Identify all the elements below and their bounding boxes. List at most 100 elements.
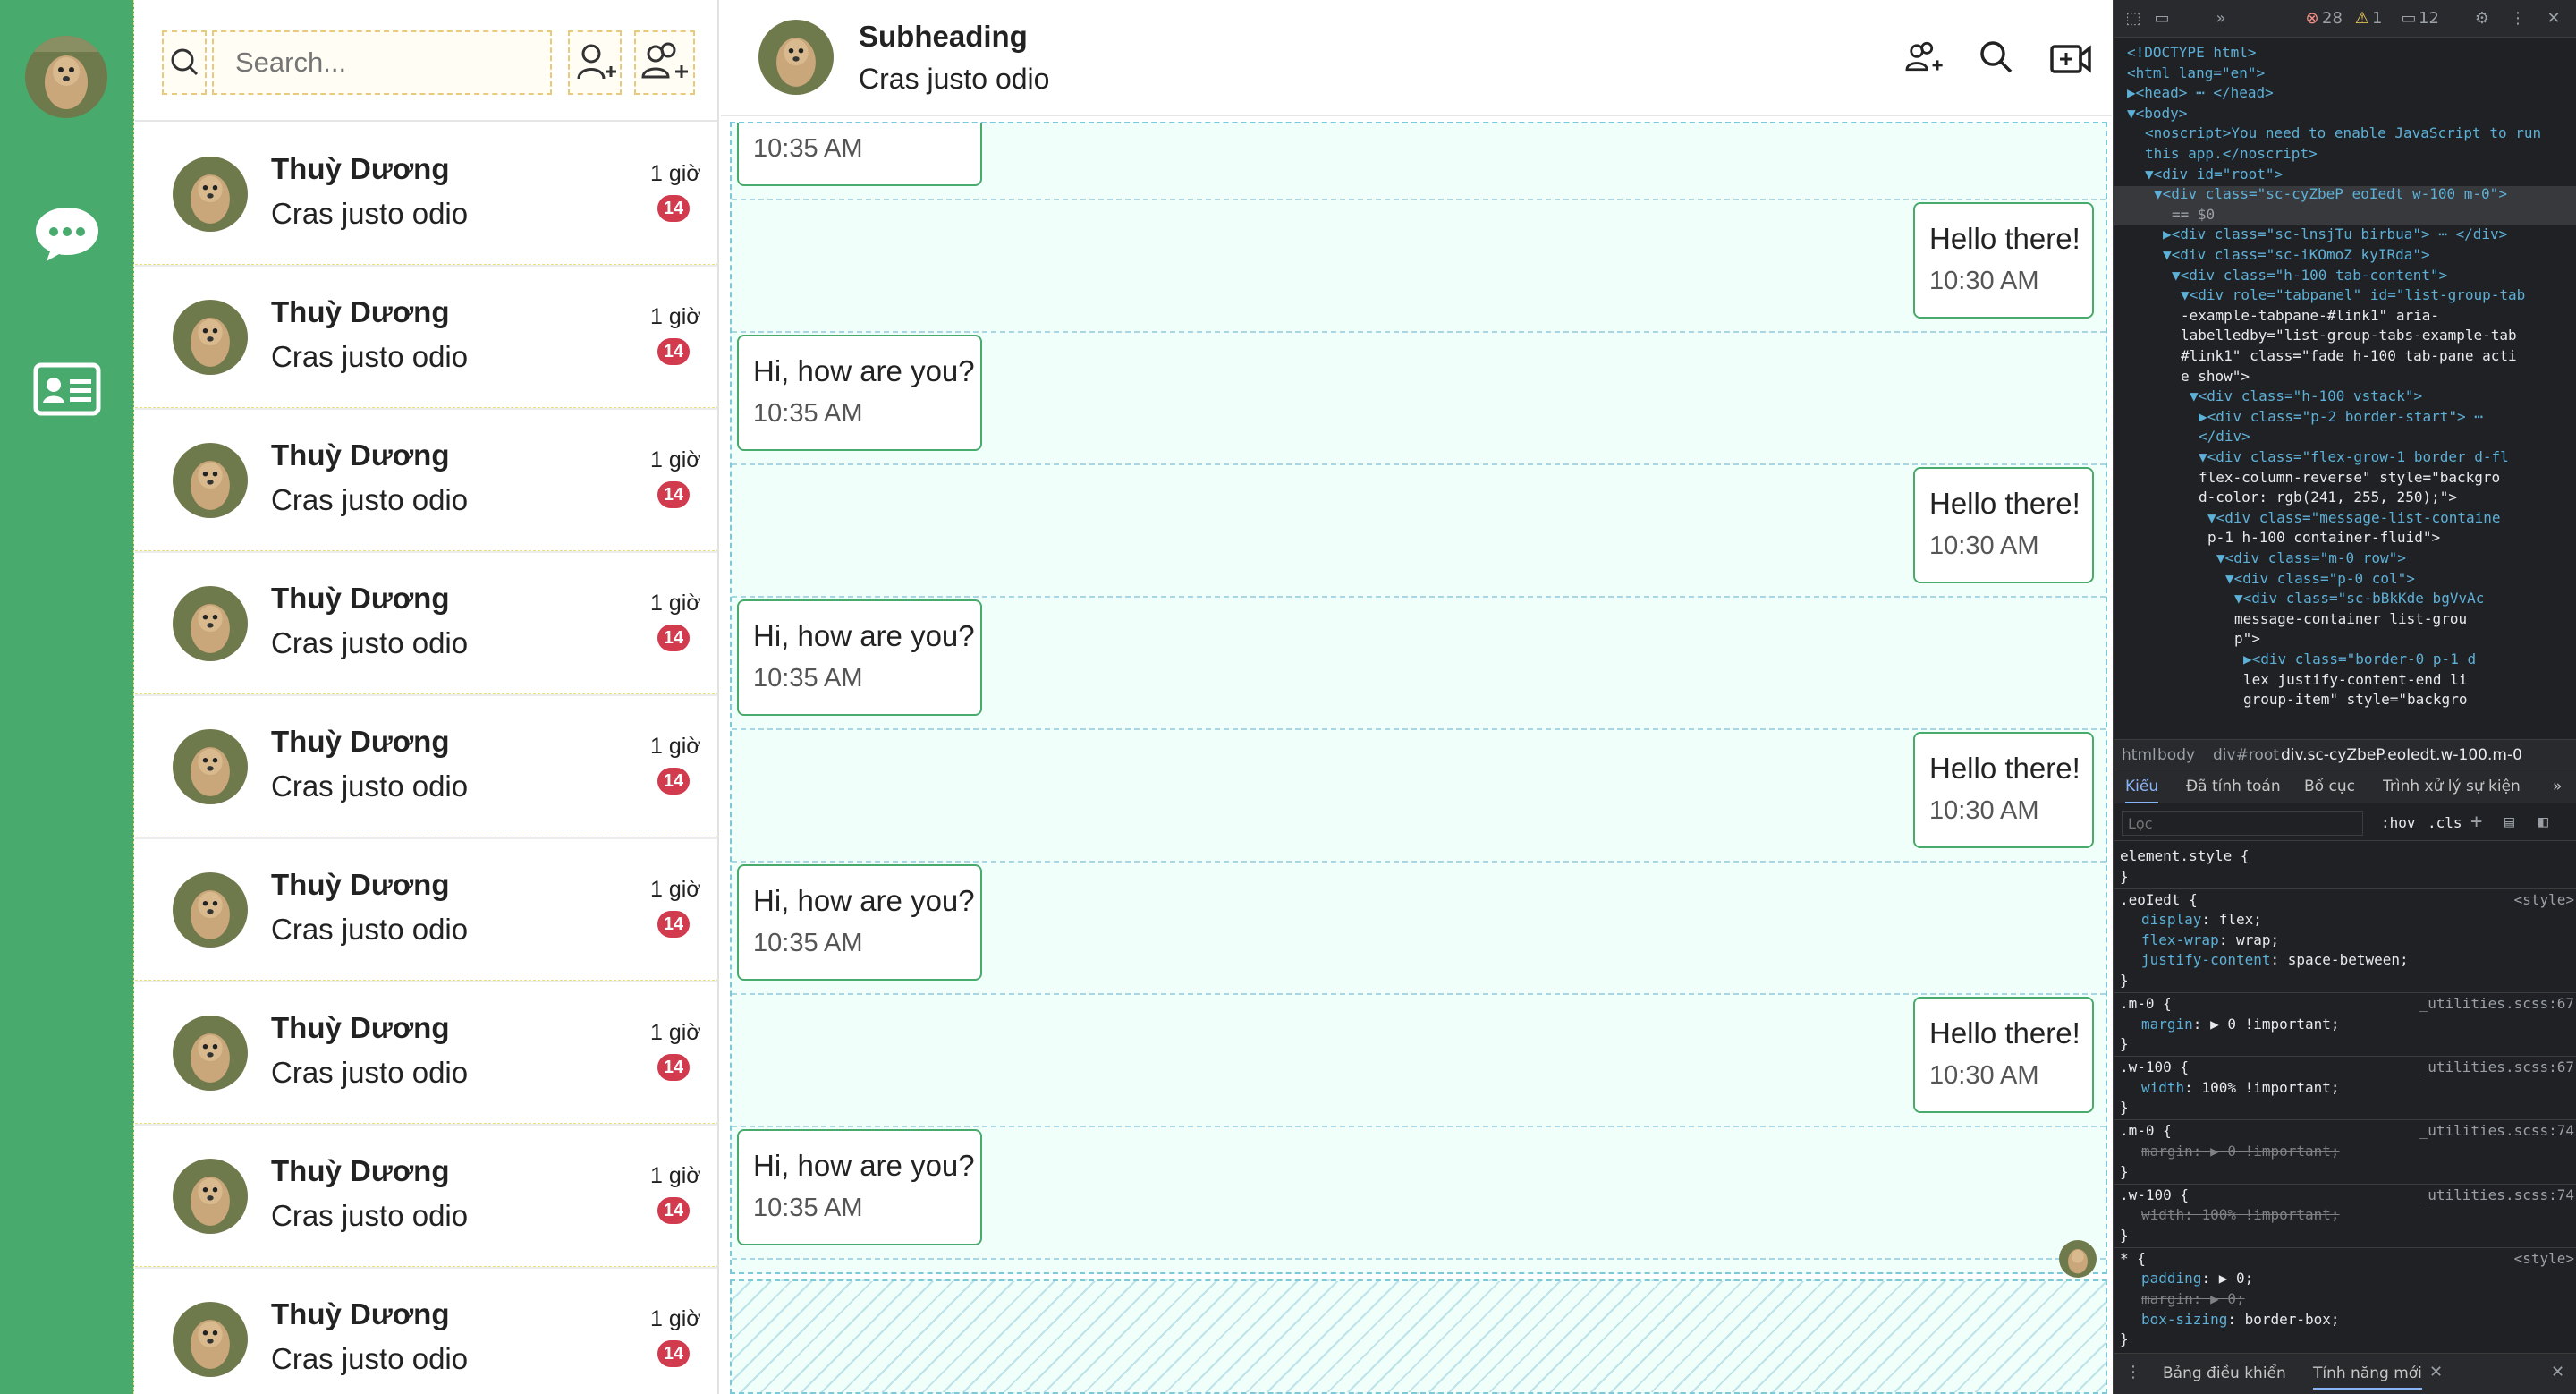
style-rule-selector[interactable]: .m-0 { — [2120, 994, 2172, 1014]
contact-item[interactable]: Thuỳ Dương Cras justo odio 1 giờ 14 — [135, 696, 717, 839]
received-message-bubble[interactable]: 10:35 AM — [737, 123, 982, 186]
chat-bubble-icon[interactable] — [32, 202, 102, 265]
style-declaration[interactable]: flex-wrap: wrap; — [2141, 931, 2279, 950]
style-declaration[interactable]: margin: ▶ 0; — [2141, 1289, 2245, 1309]
error-count[interactable]: 28 — [2322, 9, 2343, 28]
dom-node-line[interactable]: </div> — [2199, 427, 2250, 446]
styles-tab[interactable]: Bố cục — [2304, 778, 2355, 795]
drawer-tab-whats-new[interactable]: Tính năng mới — [2313, 1364, 2422, 1390]
sent-message-bubble[interactable]: Hello there! 10:30 AM — [1913, 202, 2094, 319]
dom-node-line[interactable]: -example-tabpane-#link1" aria- — [2181, 306, 2439, 326]
dom-node-line[interactable]: ▼<div class="m-0 row"> — [2216, 548, 2406, 568]
search-icon[interactable] — [162, 30, 207, 95]
style-declaration[interactable]: margin: ▶ 0 !important; — [2141, 1142, 2340, 1161]
dom-node-line[interactable]: ▼<div class="h-100 tab-content"> — [2172, 266, 2447, 285]
dom-node-line[interactable]: lex justify-content-end li — [2243, 670, 2467, 690]
dom-node-line[interactable]: p-1 h-100 container-fluid"> — [2207, 528, 2440, 548]
dom-node-line[interactable]: ▶<div class="p-2 border-start"> ⋯ — [2199, 407, 2483, 427]
style-rule-selector[interactable]: } — [2120, 1226, 2129, 1245]
close-devtools-icon[interactable]: ✕ — [2544, 9, 2563, 29]
sent-message-bubble[interactable]: Hello there! 10:30 AM — [1913, 467, 2094, 583]
style-rule-selector[interactable]: .eoIedt { — [2120, 890, 2198, 910]
more-tabs-icon[interactable]: » — [2211, 9, 2231, 29]
contact-item[interactable]: Thuỳ Dương Cras justo odio 1 giờ 14 — [135, 1126, 717, 1269]
breadcrumb-item[interactable]: html — [2122, 746, 2157, 764]
warning-count[interactable]: 1 — [2372, 9, 2382, 28]
dom-node-line[interactable]: message-container list-grou — [2234, 609, 2467, 629]
close-drawer-icon[interactable]: ✕ — [2551, 1363, 2564, 1381]
style-declaration[interactable]: margin: ▶ 0 !important; — [2141, 1015, 2340, 1034]
breadcrumb-item[interactable]: div#root — [2213, 746, 2279, 764]
computed-sidebar-icon[interactable]: ◧ — [2538, 812, 2548, 831]
style-rule-selector[interactable]: .w-100 { — [2120, 1186, 2189, 1205]
style-rule-source[interactable]: _utilities.scss:67 — [2419, 994, 2574, 1014]
dom-node-line[interactable]: == $0 — [2172, 205, 2215, 225]
contact-item[interactable]: Thuỳ Dương Cras justo odio 1 giờ 14 — [135, 982, 717, 1126]
dom-node-line[interactable]: ▼<div class="sc-iKOmoZ kyIRda"> — [2163, 245, 2430, 265]
kebab-menu-icon[interactable]: ⋮ — [2508, 9, 2528, 29]
dom-node-line[interactable]: <html lang="en"> — [2127, 64, 2265, 83]
inspect-element-icon[interactable]: ⬚ — [2123, 9, 2143, 29]
style-rule-source[interactable]: _utilities.scss:74 — [2419, 1121, 2574, 1141]
drawer-tab-console[interactable]: Bảng điều khiển — [2163, 1364, 2286, 1382]
dom-node-line[interactable]: ▼<div class="sc-cyZbeP eoIedt w-100 m-0"… — [2154, 184, 2507, 204]
style-rule-source[interactable]: <style> — [2514, 1249, 2574, 1269]
device-toolbar-icon[interactable]: ▭ — [2152, 9, 2172, 29]
dom-node-line[interactable]: p"> — [2234, 629, 2260, 649]
style-rule-selector[interactable]: .m-0 { — [2120, 1121, 2172, 1141]
style-declaration[interactable]: box-sizing: border-box; — [2141, 1310, 2340, 1330]
contact-item[interactable]: Thuỳ Dương Cras justo odio 1 giờ 14 — [135, 267, 717, 410]
dom-node-line[interactable]: <noscript>You need to enable JavaScript … — [2145, 123, 2541, 143]
dom-node-line[interactable]: d-color: rgb(241, 255, 250);"> — [2199, 488, 2457, 507]
style-rule-source[interactable]: _utilities.scss:74 — [2419, 1186, 2574, 1205]
style-declaration[interactable]: display: flex; — [2141, 910, 2262, 930]
message-count[interactable]: 12 — [2419, 9, 2439, 28]
received-message-bubble[interactable]: Hi, how are you? 10:35 AM — [737, 335, 982, 451]
contact-item[interactable]: Thuỳ Dương Cras justo odio 1 giờ 14 — [135, 553, 717, 696]
contact-item[interactable]: Thuỳ Dương Cras justo odio 1 giờ 14 — [135, 123, 717, 267]
contact-item[interactable]: Thuỳ Dương Cras justo odio 1 giờ 14 — [135, 1269, 717, 1394]
dom-node-line[interactable]: group-item" style="backgro — [2243, 690, 2467, 710]
style-rule-source[interactable]: <style> — [2514, 890, 2574, 910]
dom-node-line[interactable]: ▶<div class="sc-lnsjTu birbua"> ⋯ </div> — [2163, 225, 2507, 244]
dom-node-line[interactable]: ▼<div id="root"> — [2145, 165, 2283, 184]
style-declaration[interactable]: width: 100% !important; — [2141, 1078, 2340, 1098]
cls-toggle[interactable]: .cls — [2428, 814, 2462, 831]
received-message-bubble[interactable]: Hi, how are you? 10:35 AM — [737, 1129, 982, 1245]
new-rule-icon[interactable]: + — [2470, 811, 2482, 833]
style-rule-selector[interactable]: } — [2120, 1330, 2129, 1349]
settings-gear-icon[interactable]: ⚙ — [2472, 9, 2492, 29]
style-rule-selector[interactable]: element.style { — [2120, 846, 2250, 866]
style-rule-selector[interactable]: } — [2120, 1098, 2129, 1118]
dom-node-line[interactable]: ▼<div class="h-100 vstack"> — [2190, 387, 2422, 406]
element-state-icon[interactable]: ▤ — [2504, 812, 2514, 831]
styles-pane[interactable]: element.style {} .eoIedt { <style> display:… — [2114, 843, 2576, 1353]
add-member-icon[interactable] — [1900, 34, 1948, 82]
dom-node-line[interactable]: e show"> — [2181, 367, 2250, 387]
styles-tab[interactable]: Đã tính toán — [2186, 778, 2281, 795]
dom-node-line[interactable]: ▼<body> — [2127, 104, 2187, 123]
breadcrumb-item[interactable]: div.sc-cyZbeP.eoIedt.w-100.m-0 — [2281, 746, 2522, 764]
dom-node-line[interactable]: ▼<div role="tabpanel" id="list-group-tab — [2181, 285, 2525, 305]
dom-node-line[interactable]: ▶<head> ⋯ </head> — [2127, 83, 2274, 103]
dom-node-line[interactable]: ▼<div class="sc-bBkKde bgVvAc — [2234, 589, 2484, 608]
close-tab-icon[interactable]: ✕ — [2429, 1363, 2443, 1381]
style-rule-selector[interactable]: } — [2120, 971, 2129, 990]
add-group-icon[interactable] — [634, 30, 695, 95]
sent-message-bubble[interactable]: Hello there! 10:30 AM — [1913, 997, 2094, 1113]
search-input[interactable] — [212, 30, 552, 95]
received-message-bubble[interactable]: Hi, how are you? 10:35 AM — [737, 864, 982, 981]
message-list[interactable]: 10:35 AM Hello there! 10:30 AM Hi, how are… — [730, 122, 2107, 1274]
dom-node-line[interactable]: ▶<div class="border-0 p-1 d — [2243, 650, 2476, 669]
video-call-icon[interactable] — [2046, 34, 2095, 82]
dom-node-line[interactable]: this app.</noscript> — [2145, 144, 2318, 164]
breadcrumb-item[interactable]: body — [2157, 746, 2195, 764]
dom-node-line[interactable]: <!DOCTYPE html> — [2127, 43, 2257, 63]
dom-node-line[interactable]: #link1" class="fade h-100 tab-pane acti — [2181, 346, 2517, 366]
user-avatar[interactable] — [25, 36, 107, 118]
style-rule-selector[interactable]: .w-100 { — [2120, 1058, 2189, 1077]
message-composer-area[interactable] — [730, 1279, 2107, 1394]
hov-toggle[interactable]: :hov — [2381, 814, 2416, 831]
add-user-icon[interactable] — [568, 30, 622, 95]
style-rule-selector[interactable]: * { — [2120, 1249, 2146, 1269]
